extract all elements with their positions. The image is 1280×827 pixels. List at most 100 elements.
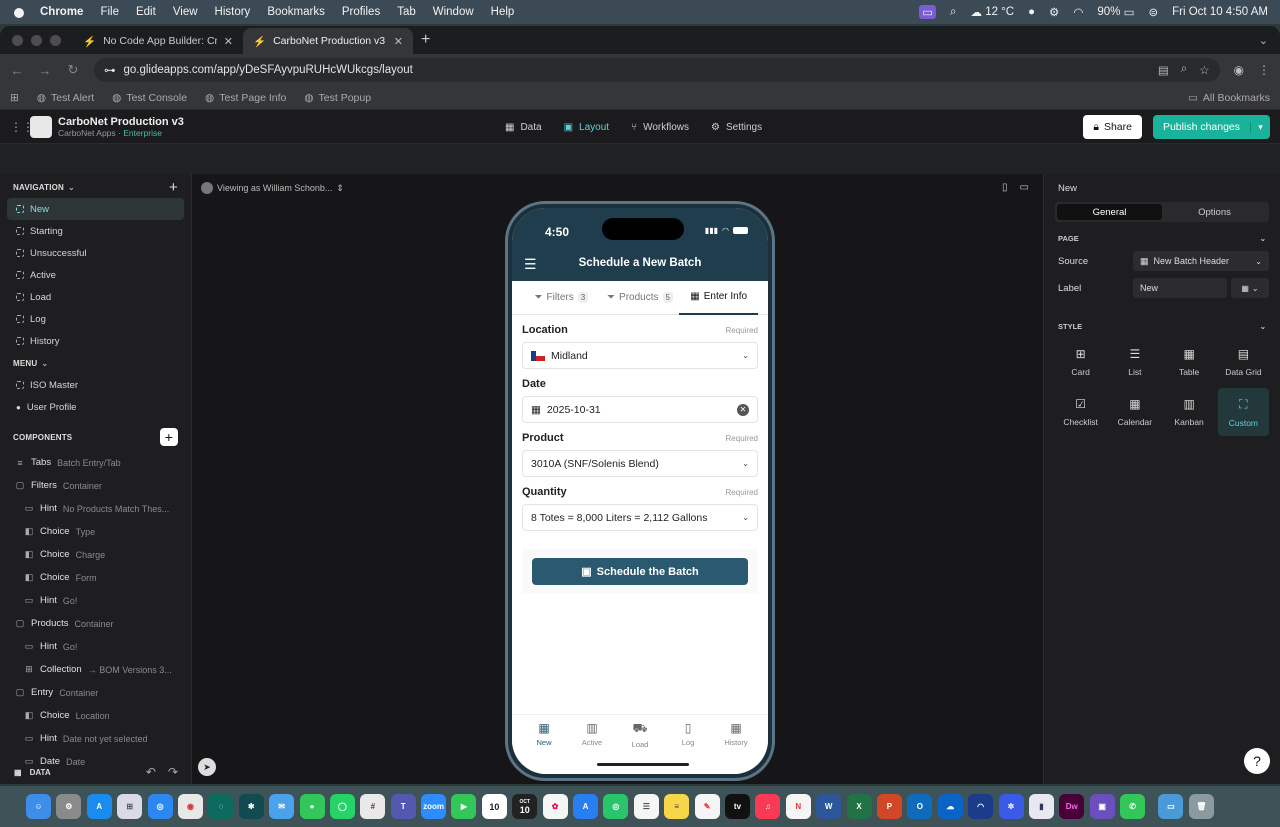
minimize-window-button[interactable] bbox=[31, 34, 42, 46]
nav-item-starting[interactable]: Starting bbox=[0, 220, 191, 242]
component-hint[interactable]: ▭ Hint No Products Match Thes... bbox=[0, 497, 191, 520]
vpn-icon[interactable]: ◠ bbox=[968, 794, 994, 819]
bottom-nav-new[interactable]: ▦ New bbox=[520, 715, 568, 774]
tab-general[interactable]: General bbox=[1057, 204, 1162, 220]
system-settings-icon[interactable]: ⚙ bbox=[56, 794, 82, 819]
tab-enter-info[interactable]: ▦ Enter Info bbox=[679, 281, 759, 315]
bookmark-test-page-info[interactable]: ◍ Test Page Info bbox=[205, 92, 286, 104]
app-icon-purple[interactable]: ▣ bbox=[1089, 794, 1115, 819]
style-custom[interactable]: ⛶ Custom bbox=[1217, 388, 1269, 436]
component-collection[interactable]: ⊞ Collection → BOM Versions 3... bbox=[0, 658, 191, 681]
zoom-icon[interactable]: zoom bbox=[421, 794, 447, 819]
viewing-as-selector[interactable]: Viewing as William Schonb... ⇕ bbox=[201, 182, 344, 194]
cursor-mode-icon[interactable]: ➤ bbox=[198, 758, 216, 776]
nav-data[interactable]: ▦ Data bbox=[505, 110, 542, 144]
notes-icon[interactable]: ≡ bbox=[664, 794, 690, 819]
component-choice-form[interactable]: ◧ Choice Form bbox=[0, 566, 191, 589]
profile-icon[interactable]: ◉ bbox=[1234, 63, 1244, 77]
redo-icon[interactable]: ↷ bbox=[168, 765, 178, 779]
component-choice-charge[interactable]: ◧ Choice Charge bbox=[0, 543, 191, 566]
bookmark-test-popup[interactable]: ◍ Test Popup bbox=[304, 92, 371, 104]
nav-item-new[interactable]: New bbox=[7, 198, 184, 220]
apps-grid-icon[interactable]: ⊞ bbox=[10, 92, 19, 104]
nav-item-history[interactable]: History bbox=[0, 330, 191, 352]
downloads-folder-icon[interactable]: ▭ bbox=[1158, 794, 1184, 819]
menu-help[interactable]: Help bbox=[491, 6, 515, 18]
app-identity[interactable]: CarboNet Production v3 CarboNet Apps · E… bbox=[58, 116, 184, 138]
phone-app-icon[interactable]: ✆ bbox=[1120, 794, 1146, 819]
phone-icon[interactable]: ▯ bbox=[1002, 182, 1008, 193]
weather-icon[interactable]: ☁ 12 °C bbox=[970, 5, 1014, 19]
maps-icon[interactable]: A bbox=[573, 794, 599, 819]
settings-gear-icon[interactable]: ⚙ bbox=[1049, 5, 1059, 19]
menu-tab[interactable]: Tab bbox=[397, 6, 416, 18]
nav-settings[interactable]: ⚙ Settings bbox=[711, 110, 762, 144]
help-button[interactable]: ? bbox=[1244, 748, 1270, 774]
messages-icon[interactable]: ● bbox=[299, 794, 325, 819]
screen-share-icon[interactable]: ▭ bbox=[919, 5, 937, 19]
teams-icon[interactable]: T bbox=[390, 794, 416, 819]
fantastical-icon[interactable]: OCT 10 bbox=[512, 794, 538, 819]
clock[interactable]: Fri Oct 10 4:50 AM bbox=[1172, 6, 1268, 18]
bookmark-star-icon[interactable]: ☆ bbox=[1199, 63, 1209, 77]
battery-indicator[interactable]: 90% ▭ bbox=[1097, 5, 1134, 19]
label-input[interactable]: New bbox=[1133, 278, 1227, 298]
menu-history[interactable]: History bbox=[215, 6, 251, 18]
component-tabs[interactable]: ≡ Tabs Batch Entry/Tab bbox=[0, 451, 191, 474]
publish-button[interactable]: Publish changes ▾ bbox=[1153, 115, 1270, 139]
date-input[interactable]: ▦ 2025-10-31 ✕ bbox=[522, 396, 758, 423]
tab-products[interactable]: ⏷ Products 5 bbox=[601, 281, 680, 315]
style-checklist[interactable]: ☑ Checklist bbox=[1055, 388, 1106, 436]
wifi-icon[interactable]: ◠ bbox=[1073, 5, 1083, 19]
menu-window[interactable]: Window bbox=[433, 6, 474, 18]
excel-icon[interactable]: X bbox=[846, 794, 872, 819]
nav-item-active[interactable]: Active bbox=[0, 264, 191, 286]
all-bookmarks[interactable]: ▭ All Bookmarks bbox=[1188, 92, 1270, 104]
nav-workflows[interactable]: ⑂ Workflows bbox=[631, 110, 689, 144]
app-logo[interactable] bbox=[30, 115, 52, 138]
clipboard-icon[interactable]: ▤ bbox=[1158, 63, 1169, 77]
apple-tv-icon[interactable]: tv bbox=[724, 794, 750, 819]
menu-edit[interactable]: Edit bbox=[136, 6, 156, 18]
clear-icon[interactable]: ✕ bbox=[737, 403, 749, 416]
reload-icon[interactable]: ↻ bbox=[66, 62, 80, 78]
undo-icon[interactable]: ↶ bbox=[146, 765, 156, 779]
browser-tab-2[interactable]: ⚡ CarboNet Production v3 - Glid ✕ bbox=[243, 28, 413, 54]
nav-item-load[interactable]: Load bbox=[0, 286, 191, 308]
menu-item-user-profile[interactable]: ● User Profile bbox=[0, 396, 191, 418]
trash-icon[interactable]: 🗑︎ bbox=[1188, 794, 1214, 819]
nav-item-log[interactable]: Log bbox=[0, 308, 191, 330]
component-filters-container[interactable]: ▢ Filters Container bbox=[0, 474, 191, 497]
mail-icon[interactable]: ✉ bbox=[269, 794, 295, 819]
style-kanban[interactable]: ▥ Kanban bbox=[1164, 388, 1215, 436]
menu-file[interactable]: File bbox=[100, 6, 119, 18]
component-products-container[interactable]: ▢ Products Container bbox=[0, 612, 191, 635]
find-my-icon[interactable]: ◎ bbox=[603, 794, 629, 819]
component-entry-container[interactable]: ▢ Entry Container bbox=[0, 681, 191, 704]
style-data-grid[interactable]: ▤ Data Grid bbox=[1218, 338, 1269, 386]
news-icon[interactable]: N bbox=[785, 794, 811, 819]
freeform-icon[interactable]: ✎ bbox=[694, 794, 720, 819]
onedrive-icon[interactable]: ☁ bbox=[937, 794, 963, 819]
music-icon[interactable]: ♫ bbox=[755, 794, 781, 819]
menu-profiles[interactable]: Profiles bbox=[342, 6, 380, 18]
apple-icon[interactable] bbox=[12, 5, 26, 19]
style-table[interactable]: ▦ Table bbox=[1164, 338, 1215, 386]
spotlight-search-icon[interactable]: ⌕ bbox=[950, 6, 956, 19]
chevron-down-icon[interactable]: ▾ bbox=[1250, 121, 1270, 133]
close-window-button[interactable] bbox=[12, 34, 23, 46]
perplexity-icon[interactable]: ✱ bbox=[238, 794, 264, 819]
photos-icon[interactable]: ✿ bbox=[542, 794, 568, 819]
nav-layout[interactable]: ▣ Layout bbox=[564, 110, 609, 144]
menu-bookmarks[interactable]: Bookmarks bbox=[267, 6, 325, 18]
bottom-nav-history[interactable]: ▦ History bbox=[712, 715, 760, 774]
control-center-icon[interactable]: ⊜ bbox=[1148, 5, 1158, 19]
whatsapp-icon[interactable]: ◯ bbox=[329, 794, 355, 819]
reminders-icon[interactable]: ☰ bbox=[633, 794, 659, 819]
tab-filters[interactable]: ⏷ Filters 3 bbox=[522, 281, 601, 315]
source-select[interactable]: ▦ New Batch Header ⌄ bbox=[1133, 251, 1269, 271]
component-hint-date[interactable]: ▭ Hint Date not yet selected bbox=[0, 727, 191, 750]
cursor-app-icon[interactable]: ◌ bbox=[208, 794, 234, 819]
component-hint-go-2[interactable]: ▭ Hint Go! bbox=[0, 635, 191, 658]
navigation-header[interactable]: NAVIGATION ⌄ + bbox=[0, 176, 191, 198]
